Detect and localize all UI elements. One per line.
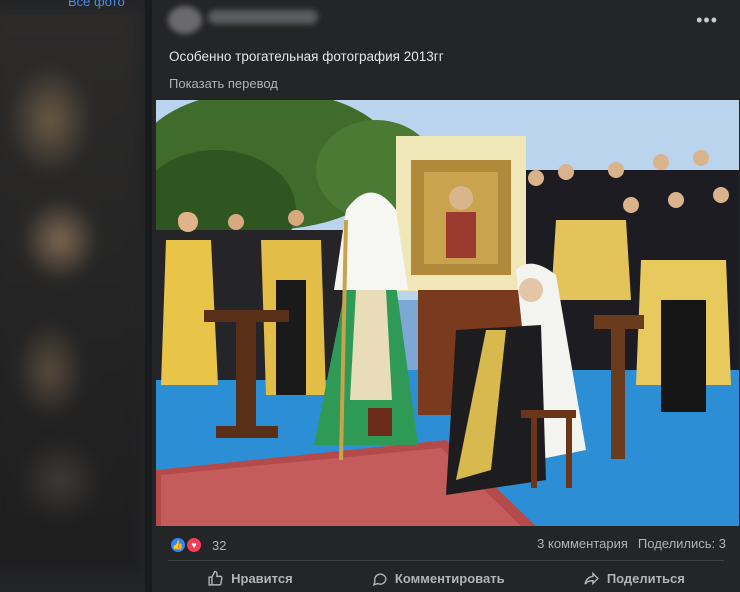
post-actions-bar: Нравится Комментировать Поделиться [168,564,724,592]
reactions-summary[interactable]: 👍 ♥ 32 [170,537,226,553]
post-card: ••• Особенно трогательная фотография 201… [152,0,740,592]
share-button[interactable]: Поделиться [573,566,695,591]
actions-divider [168,560,724,561]
like-button[interactable]: Нравится [197,566,303,591]
more-options-icon[interactable]: ••• [696,10,718,31]
thumbs-up-icon [208,570,223,586]
share-button-label: Поделиться [606,570,685,586]
share-icon [584,571,599,585]
like-button-label: Нравится [231,570,293,586]
post-photo[interactable] [156,100,739,526]
comment-icon [372,572,387,586]
blurred-photo-strip [0,10,140,570]
like-reaction-icon: 👍 [170,537,186,553]
author-avatar[interactable] [168,6,202,34]
post-caption: Особенно трогательная фотография 2013гг [169,49,444,64]
love-reaction-icon: ♥ [186,537,202,553]
comments-count-link[interactable]: 3 комментария [537,536,628,551]
shares-count-link[interactable]: Поделились: 3 [638,536,726,551]
reaction-count: 32 [212,537,227,553]
comment-button-label: Комментировать [394,570,505,586]
show-translation-link[interactable]: Показать перевод [169,76,278,91]
author-name-blurred[interactable] [208,10,318,24]
all-photos-link[interactable]: Все фото [68,0,125,9]
photo-sidebar: Все фото [0,0,145,592]
post-stats: 3 комментария Поделились: 3 [537,536,726,551]
comment-button[interactable]: Комментировать [361,566,515,591]
